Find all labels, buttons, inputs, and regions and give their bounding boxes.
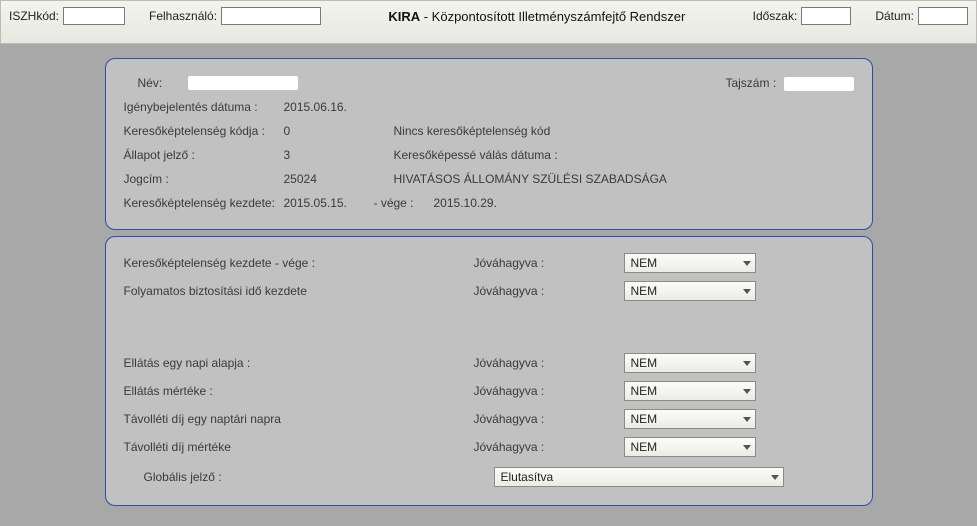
title-code-value: 25024 [284, 170, 394, 188]
global-flag-label: Globális jelző : [124, 470, 494, 484]
app-title: KIRA - Központosított Illetményszámfejtő… [325, 9, 749, 24]
approval-row3-select-value: NEM [631, 356, 658, 370]
state-flag-value: 3 [284, 146, 394, 164]
incapacity-start-label: Keresőképtelenség kezdete: [124, 194, 284, 212]
approved-label-4: Jóváhagyva : [474, 384, 624, 398]
claim-date-value: 2015.06.16. [284, 98, 394, 116]
name-value-redacted [188, 76, 298, 90]
taj-value-redacted [784, 77, 854, 91]
approval-row2-select[interactable]: NEM [624, 281, 756, 301]
approval-panel: Keresőképtelenség kezdete - vége : Jóváh… [105, 236, 873, 506]
chevron-down-icon [771, 475, 779, 480]
approval-row1-select-value: NEM [631, 256, 658, 270]
taj-label: Tajszám : [725, 76, 776, 90]
app-title-bold: KIRA [388, 9, 420, 24]
incapacity-code-text: Nincs keresőképtelenség kód [394, 122, 854, 140]
chevron-down-icon [743, 361, 751, 366]
iszh-input[interactable] [63, 7, 125, 25]
approved-label-5: Jóváhagyva : [474, 412, 624, 426]
period-input[interactable] [801, 7, 851, 25]
approval-row6-label: Távolléti díj mértéke [124, 440, 474, 454]
chevron-down-icon [743, 261, 751, 266]
chevron-down-icon [743, 389, 751, 394]
approval-row1-select[interactable]: NEM [624, 253, 756, 273]
title-code-label: Jogcím : [124, 170, 284, 188]
approved-label-6: Jóváhagyva : [474, 440, 624, 454]
incapacity-code-label: Keresőképtelenség kódja : [124, 122, 284, 140]
info-panel: Név: Tajszám : Igénybejelentés dátuma : … [105, 58, 873, 230]
title-code-text: HIVATÁSOS ÁLLOMÁNY SZÜLÉSI SZABADSÁGA [394, 170, 854, 188]
user-input[interactable] [221, 7, 321, 25]
incapacity-end-label: - vége : [374, 194, 434, 212]
approval-row5-label: Távolléti díj egy naptári napra [124, 412, 474, 426]
approval-row5-select[interactable]: NEM [624, 409, 756, 429]
date-input[interactable] [918, 7, 968, 25]
global-flag-select[interactable]: Elutasítva [494, 467, 784, 487]
incapacity-code-value: 0 [284, 122, 394, 140]
approval-row5-select-value: NEM [631, 412, 658, 426]
approval-row1-label: Keresőképtelenség kezdete - vége : [124, 256, 474, 270]
state-flag-label: Állapot jelző : [124, 146, 284, 164]
user-label: Felhasználó: [149, 9, 217, 23]
claim-date-label: Igénybejelentés dátuma : [124, 98, 284, 116]
approval-row4-select[interactable]: NEM [624, 381, 756, 401]
app-title-rest: - Központosított Illetményszámfejtő Rend… [420, 9, 685, 24]
capable-date-label: Keresőképessé válás dátuma : [394, 146, 854, 164]
approved-label-3: Jóváhagyva : [474, 356, 624, 370]
incapacity-end-value: 2015.10.29. [434, 194, 497, 212]
date-label: Dátum: [875, 9, 914, 23]
approval-row2-select-value: NEM [631, 284, 658, 298]
approval-row6-select[interactable]: NEM [624, 437, 756, 457]
chevron-down-icon [743, 289, 751, 294]
approval-row3-select[interactable]: NEM [624, 353, 756, 373]
approval-row4-select-value: NEM [631, 384, 658, 398]
approved-label-1: Jóváhagyva : [474, 256, 624, 270]
name-label: Név: [124, 74, 188, 92]
chevron-down-icon [743, 417, 751, 422]
top-bar: ISZHkód: Felhasználó: KIRA - Központosít… [0, 0, 977, 44]
incapacity-start-value: 2015.05.15. [284, 194, 374, 212]
approval-row2-label: Folyamatos biztosítási idő kezdete [124, 284, 474, 298]
iszh-label: ISZHkód: [9, 9, 59, 23]
period-label: Időszak: [753, 9, 798, 23]
chevron-down-icon [743, 445, 751, 450]
approved-label-2: Jóváhagyva : [474, 284, 624, 298]
approval-row3-label: Ellátás egy napi alapja : [124, 356, 474, 370]
global-flag-select-value: Elutasítva [501, 470, 554, 484]
approval-row6-select-value: NEM [631, 440, 658, 454]
approval-row4-label: Ellátás mértéke : [124, 384, 474, 398]
